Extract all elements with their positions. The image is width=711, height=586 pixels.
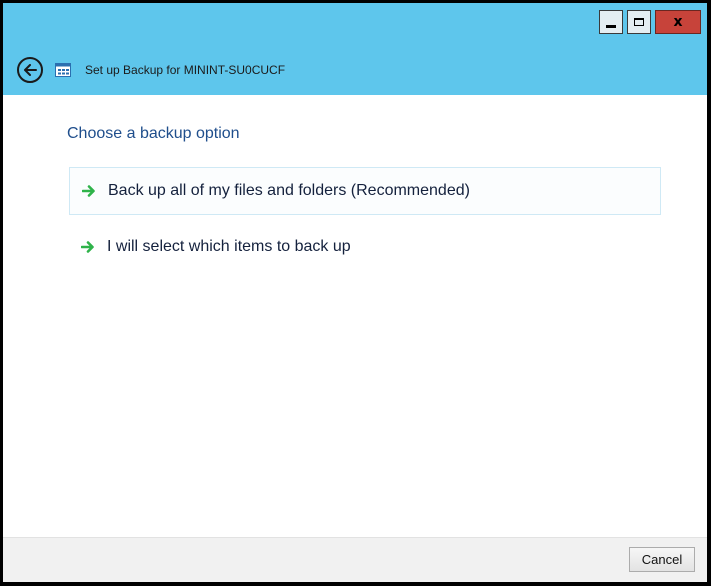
page-heading: Choose a backup option bbox=[67, 125, 240, 142]
main-content: Choose a backup option Back up all of my… bbox=[3, 95, 707, 538]
backup-window: x Set up Backup for MININT-SU0CUCF Choos… bbox=[0, 0, 711, 586]
navigation-bar: Set up Backup for MININT-SU0CUCF bbox=[17, 53, 285, 87]
back-button[interactable] bbox=[17, 57, 43, 83]
option-label: Back up all of my files and folders (Rec… bbox=[108, 182, 470, 199]
green-arrow-icon bbox=[82, 185, 95, 197]
window-title: Set up Backup for MININT-SU0CUCF bbox=[85, 63, 286, 77]
maximize-icon bbox=[634, 18, 644, 26]
minimize-icon bbox=[606, 24, 616, 28]
green-arrow-icon bbox=[81, 241, 94, 253]
minimize-button[interactable] bbox=[599, 10, 623, 34]
close-button[interactable]: x bbox=[655, 10, 701, 34]
caption-buttons: x bbox=[595, 10, 701, 38]
option-select-items[interactable]: I will select which items to back up bbox=[69, 223, 661, 271]
control-panel-icon bbox=[55, 63, 71, 77]
footer-bar: Cancel bbox=[3, 537, 707, 582]
back-arrow-icon bbox=[24, 64, 37, 76]
maximize-button[interactable] bbox=[627, 10, 651, 34]
close-icon: x bbox=[673, 14, 683, 30]
title-bar: x Set up Backup for MININT-SU0CUCF bbox=[3, 3, 707, 95]
option-label: I will select which items to back up bbox=[107, 238, 351, 255]
cancel-button[interactable]: Cancel bbox=[629, 547, 695, 572]
option-back-up-all[interactable]: Back up all of my files and folders (Rec… bbox=[69, 167, 661, 215]
